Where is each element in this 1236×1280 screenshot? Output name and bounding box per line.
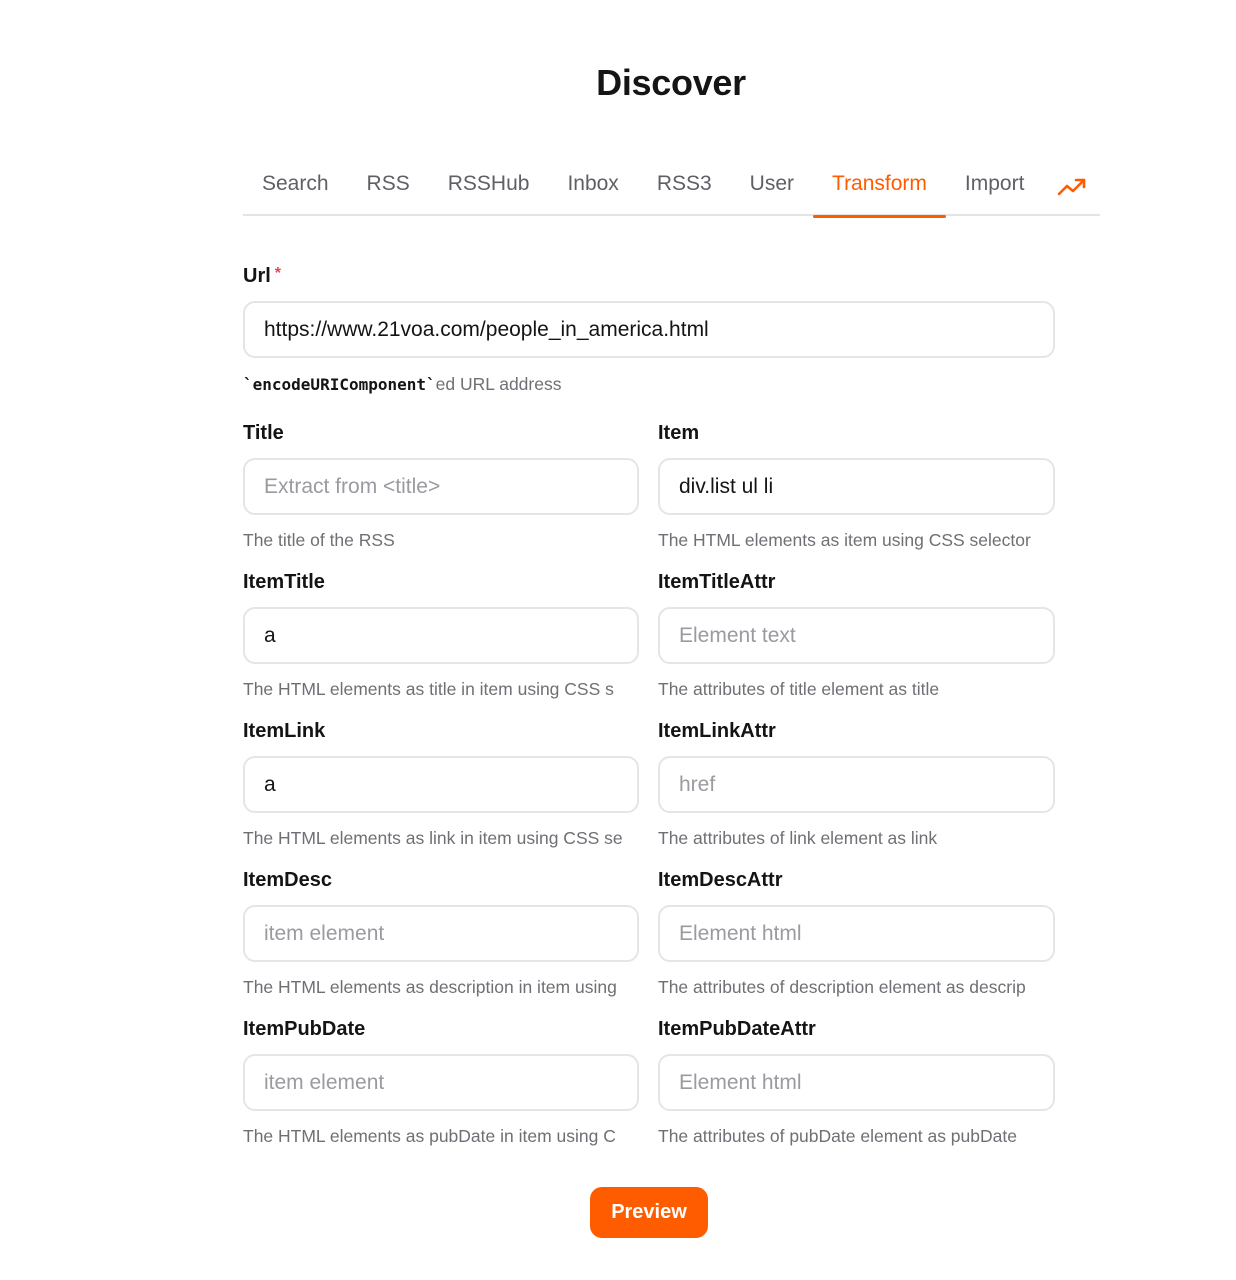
item-desc-input[interactable]: item element (243, 905, 639, 962)
item-pubdate-attr-help: The attributes of pubDate element as pub… (658, 1126, 1017, 1146)
url-help-text: ed URL address (435, 374, 562, 394)
item-desc-help: The HTML elements as description in item… (243, 977, 617, 997)
required-mark: * (274, 265, 282, 282)
item-link-attr-help: The attributes of link element as link (658, 828, 938, 848)
tab-inbox[interactable]: Inbox (548, 162, 637, 216)
item-pubdate-help: The HTML elements as pubDate in item usi… (243, 1126, 616, 1146)
tab-rss3[interactable]: RSS3 (638, 162, 731, 216)
url-help-code: `encodeURIComponent` (243, 375, 436, 394)
item-input[interactable]: div.list ul li (658, 458, 1055, 515)
item-desc-attr-help: The attributes of description element as… (658, 977, 1026, 997)
title-help: The title of the RSS (243, 530, 395, 550)
item-title-attr-label: ItemTitleAttr (658, 571, 776, 593)
item-link-help: The HTML elements as link in item using … (243, 828, 623, 848)
tab-rss[interactable]: RSS (348, 162, 429, 216)
item-help: The HTML elements as item using CSS sele… (658, 530, 1031, 550)
item-pubdate-input[interactable]: item element (243, 1054, 639, 1111)
item-desc-attr-input[interactable]: Element html (658, 905, 1055, 962)
preview-button[interactable]: Preview (590, 1187, 708, 1238)
url-label: Url * (243, 265, 281, 288)
item-pubdate-label: ItemPubDate (243, 1018, 366, 1040)
item-title-help: The HTML elements as title in item using… (243, 679, 614, 699)
item-title-attr-input[interactable]: Element text (658, 607, 1055, 664)
url-help: `encodeURIComponent`ed URL address (243, 374, 1063, 395)
item-pubdate-attr-input[interactable]: Element html (658, 1054, 1055, 1111)
item-label: Item (658, 422, 700, 444)
item-link-attr-input[interactable]: href (658, 756, 1055, 813)
tab-user[interactable]: User (731, 162, 813, 216)
trending-up-icon (1057, 176, 1087, 204)
url-label-text: Url (243, 265, 271, 287)
title-label: Title (243, 422, 284, 444)
item-desc-attr-label: ItemDescAttr (658, 869, 783, 891)
url-input[interactable]: https://www.21voa.com/people_in_america.… (243, 301, 1055, 358)
tab-transform[interactable]: Transform (813, 162, 946, 218)
tab-search[interactable]: Search (243, 162, 348, 216)
item-title-label: ItemTitle (243, 571, 325, 593)
item-title-attr-help: The attributes of title element as title (658, 679, 940, 699)
tab-trending[interactable] (1043, 162, 1091, 216)
item-link-attr-label: ItemLinkAttr (658, 720, 776, 742)
item-pubdate-attr-label: ItemPubDateAttr (658, 1018, 816, 1040)
tab-import[interactable]: Import (946, 162, 1044, 216)
page-title: Discover (596, 62, 746, 103)
item-title-input[interactable]: a (243, 607, 639, 664)
item-link-input[interactable]: a (243, 756, 639, 813)
item-link-label: ItemLink (243, 720, 326, 742)
item-desc-label: ItemDesc (243, 869, 332, 891)
discover-tabs: Search RSS RSSHub Inbox RSS3 User Transf… (243, 162, 1100, 218)
title-input[interactable]: Extract from <title> (243, 458, 639, 515)
tab-rsshub[interactable]: RSSHub (429, 162, 549, 216)
